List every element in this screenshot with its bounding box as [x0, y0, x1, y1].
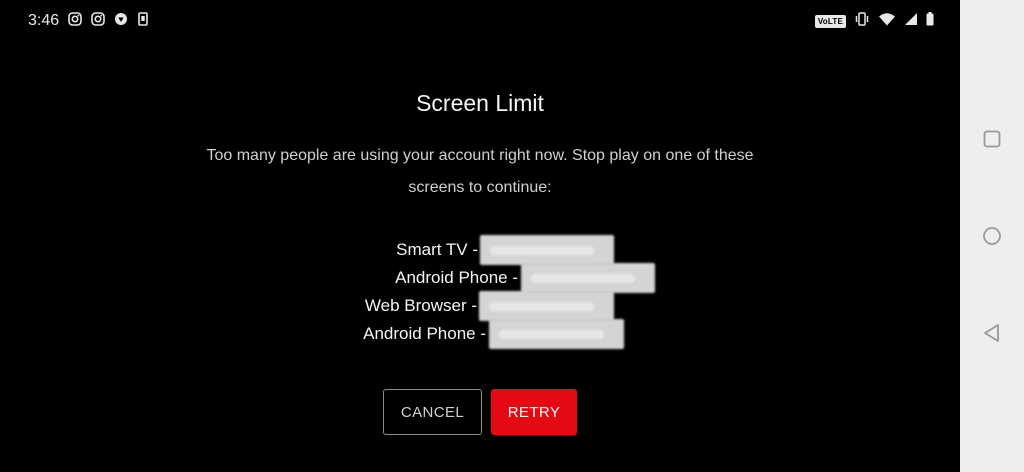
dialog-message: Too many people are using your account r…	[206, 147, 754, 196]
device-row: Smart TV -	[0, 235, 960, 265]
system-status-icons: VoLTE	[814, 12, 934, 31]
redacted-device-name	[479, 291, 614, 321]
status-time: 3:46	[28, 12, 60, 29]
sim-card-icon	[137, 12, 149, 31]
device-row: Web Browser -	[0, 291, 960, 321]
notification-icons	[68, 12, 149, 31]
dialog-title: Screen Limit	[416, 90, 544, 116]
cancel-button[interactable]: CANCEL	[383, 389, 482, 435]
device-label: Android Phone -	[363, 324, 486, 343]
redacted-device-name	[521, 263, 655, 293]
device-list: Smart TV - Android Phone - Web Browser -…	[0, 235, 960, 349]
navigation-bar	[960, 0, 1024, 472]
device-label: Android Phone -	[395, 268, 518, 287]
battery-icon	[926, 12, 934, 31]
device-label: Smart TV -	[396, 240, 478, 259]
instagram-icon	[68, 12, 82, 31]
wifi-icon	[878, 12, 896, 31]
device-row: Android Phone -	[0, 263, 960, 293]
app-screen: 3:46 VoLTE Screen Limit Too many people …	[0, 0, 960, 472]
back-triangle-icon[interactable]	[980, 321, 1004, 345]
vpn-icon	[114, 12, 128, 31]
retry-button[interactable]: RETRY	[491, 389, 577, 435]
redacted-device-name	[489, 319, 624, 349]
redacted-device-name	[480, 235, 614, 265]
cell-signal-icon	[904, 12, 918, 31]
recents-square-icon[interactable]	[980, 127, 1004, 151]
instagram-icon	[91, 12, 105, 31]
status-bar: 3:46 VoLTE	[0, 0, 960, 40]
device-row: Android Phone -	[0, 319, 960, 349]
home-circle-icon[interactable]	[980, 224, 1004, 248]
device-label: Web Browser -	[364, 296, 477, 315]
volte-badge: VoLTE	[814, 15, 846, 28]
vibrate-icon	[854, 12, 870, 31]
